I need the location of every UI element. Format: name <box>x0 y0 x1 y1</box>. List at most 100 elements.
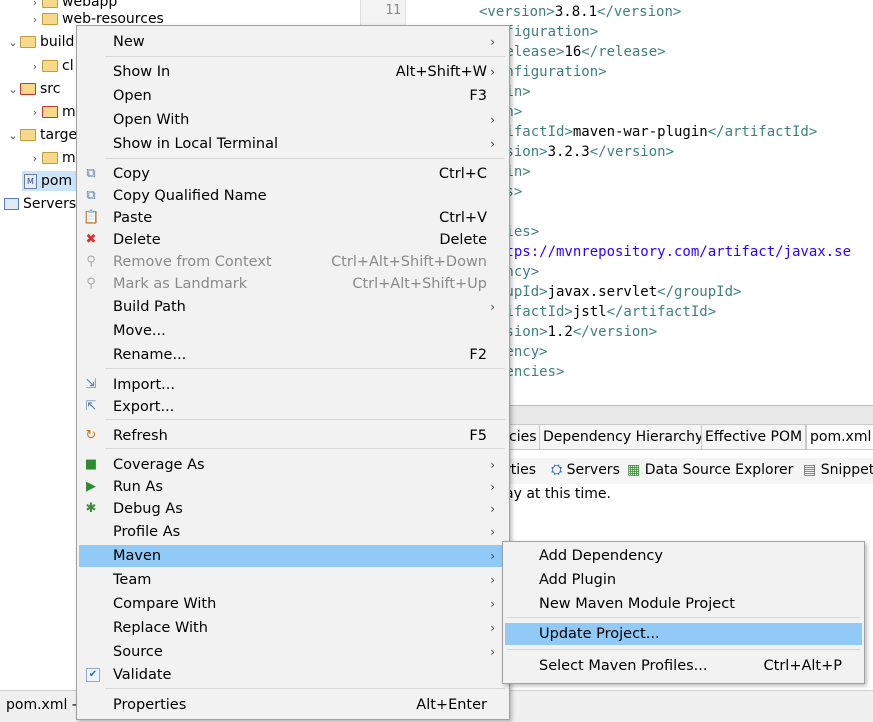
menu-item-label: Move... <box>113 323 166 339</box>
servers-icon: ⛭ <box>551 462 563 478</box>
menu-item-compare-with[interactable]: Compare With › <box>79 593 507 615</box>
submenu-arrow-icon: › <box>490 458 495 472</box>
menu-item-rename[interactable]: Rename... F2 <box>79 344 507 366</box>
menu-item-shortcut: Ctrl+Alt+Shift+Up <box>352 276 487 292</box>
menu-item-label: Remove from Context <box>113 254 272 270</box>
tab-data-source-explorer[interactable]: ▦ Data Source Explorer <box>627 462 793 478</box>
menu-item-open-with[interactable]: Open With › <box>79 109 507 131</box>
expand-arrow-icon[interactable]: › <box>28 149 42 169</box>
menu-item-label: Mark as Landmark <box>113 276 248 292</box>
maven-menu-item-add-dependency[interactable]: Add Dependency <box>505 545 862 567</box>
code-line: rsion>1.2</version> <box>497 322 657 342</box>
menu-item-new[interactable]: New › <box>79 31 507 53</box>
menu-item-show-in[interactable]: Show In Alt+Shift+W › <box>79 61 507 83</box>
code-line: oupId>javax.servlet</groupId> <box>497 282 741 302</box>
expand-arrow-icon[interactable]: ⌄ <box>6 126 20 146</box>
tree-item-pom-selected[interactable]: Mpom <box>22 171 84 191</box>
tab-servers[interactable]: ⛭ Servers <box>551 462 620 478</box>
menu-separator <box>105 419 505 420</box>
menu-item-export[interactable]: ⇱ Export... <box>79 396 507 418</box>
menu-item-copy-qualified-name[interactable]: ⧉ Copy Qualified Name <box>79 185 507 207</box>
submenu-arrow-icon: › <box>490 300 495 314</box>
menu-item-validate[interactable]: ✔ Validate <box>79 664 507 686</box>
maven-menu-item-add-plugin[interactable]: Add Plugin <box>505 569 862 591</box>
maven-menu-item-select-maven-profiles[interactable]: Select Maven Profiles... Ctrl+Alt+P <box>505 655 862 677</box>
submenu-arrow-icon: › <box>490 137 495 151</box>
menu-item-label: Show in Local Terminal <box>113 136 279 152</box>
menu-item-replace-with[interactable]: Replace With › <box>79 617 507 639</box>
run-icon: ▶ <box>86 479 96 494</box>
menu-item-team[interactable]: Team › <box>79 569 507 591</box>
expand-arrow-icon[interactable]: ⌄ <box>6 33 20 53</box>
menu-separator <box>105 448 505 449</box>
menu-item-label: Source <box>113 644 163 660</box>
menu-item-shortcut: F3 <box>469 88 487 104</box>
menu-separator <box>105 688 505 689</box>
submenu-arrow-icon: › <box>490 525 495 539</box>
folder-icon <box>42 152 58 164</box>
tree-item-src[interactable]: ⌄ src <box>6 79 60 99</box>
remove-context-icon: ⚲ <box>86 254 96 269</box>
xml-text: javax.servlet <box>547 284 658 300</box>
xml-close-tag: </groupId> <box>657 284 742 300</box>
tree-item-classes[interactable]: › cl <box>28 56 74 76</box>
tree-item-main[interactable]: › m <box>28 102 76 122</box>
menu-item-label: Validate <box>113 667 172 683</box>
maven-file-icon: M <box>24 173 37 189</box>
tab-pom-xml[interactable]: pom.xml <box>806 424 873 450</box>
maven-menu-item-new-maven-module-project[interactable]: New Maven Module Project <box>505 593 862 615</box>
menu-item-import[interactable]: ⇲ Import... <box>79 374 507 396</box>
menu-item-mark-as-landmark: ⚲ Mark as Landmark Ctrl+Alt+Shift+Up <box>79 273 507 295</box>
menu-item-label: Team <box>113 572 152 588</box>
folder-icon <box>42 0 58 8</box>
submenu-arrow-icon: › <box>490 645 495 659</box>
tab-dependency-hierarchy[interactable]: Dependency Hierarchy <box>539 424 708 450</box>
tab-dependencies[interactable]: cies <box>505 424 541 450</box>
xml-tag: nfiguration> <box>497 24 599 40</box>
tab-snippets[interactable]: ▤ Snippet <box>803 462 873 478</box>
menu-item-properties[interactable]: Properties Alt+Enter <box>79 694 507 716</box>
menu-item-run-as[interactable]: ▶ Run As › <box>79 476 507 498</box>
menu-item-move[interactable]: Move... <box>79 320 507 342</box>
menu-item-delete[interactable]: ✖ Delete Delete <box>79 229 507 251</box>
expand-arrow-icon[interactable]: › <box>28 10 42 30</box>
menu-item-remove-from-context: ⚲ Remove from Context Ctrl+Alt+Shift+Down <box>79 251 507 273</box>
menu-item-copy[interactable]: ⧉ Copy Ctrl+C <box>79 163 507 185</box>
menu-item-maven[interactable]: Maven › <box>79 545 507 567</box>
line-number: 11 <box>385 3 401 18</box>
menu-item-shortcut: Alt+Enter <box>416 697 487 713</box>
xml-close-tag: </artifactId> <box>606 304 717 320</box>
menu-item-label: Maven <box>113 548 162 564</box>
menu-item-build-path[interactable]: Build Path › <box>79 296 507 318</box>
menu-item-source[interactable]: Source › <box>79 641 507 663</box>
tree-item-target[interactable]: ⌄ targe <box>6 125 77 145</box>
xml-close-tag: </artifactId> <box>707 124 818 140</box>
menu-item-open[interactable]: Open F3 <box>79 85 507 107</box>
expand-arrow-icon[interactable]: ⌄ <box>6 80 20 100</box>
menu-item-coverage-as[interactable]: ■ Coverage As › <box>79 454 507 476</box>
menu-item-show-in-local-terminal[interactable]: Show in Local Terminal › <box>79 133 507 155</box>
folder-icon <box>42 60 58 72</box>
tab-effective-pom[interactable]: Effective POM <box>701 424 807 450</box>
folder-icon <box>42 13 58 25</box>
menu-item-paste[interactable]: 📋 Paste Ctrl+V <box>79 207 507 229</box>
menu-item-label: Open With <box>113 112 190 128</box>
menu-item-label: Copy Qualified Name <box>113 188 267 204</box>
tree-item-servers[interactable]: Servers <box>4 194 76 214</box>
menu-item-label: Debug As <box>113 501 183 517</box>
expand-arrow-icon[interactable]: › <box>28 57 42 77</box>
menu-item-label: Rename... <box>113 347 187 363</box>
menu-item-label: Update Project... <box>539 626 660 642</box>
code-line: release>16</release> <box>497 42 666 62</box>
import-icon: ⇲ <box>85 377 97 392</box>
tree-item-build[interactable]: ⌄ build <box>6 32 74 52</box>
maven-menu-item-update-project[interactable]: Update Project... <box>505 623 862 645</box>
menu-item-refresh[interactable]: ↻ Refresh F5 <box>79 425 507 447</box>
data-source-icon: ▦ <box>627 462 641 478</box>
submenu-arrow-icon: › <box>490 502 495 516</box>
menu-item-debug-as[interactable]: ✱ Debug As › <box>79 498 507 520</box>
expand-arrow-icon[interactable]: › <box>28 103 42 123</box>
menu-item-profile-as[interactable]: Profile As › <box>79 521 507 543</box>
menu-item-shortcut: Delete <box>439 232 487 248</box>
tree-item-target-sub[interactable]: › m <box>28 148 76 168</box>
